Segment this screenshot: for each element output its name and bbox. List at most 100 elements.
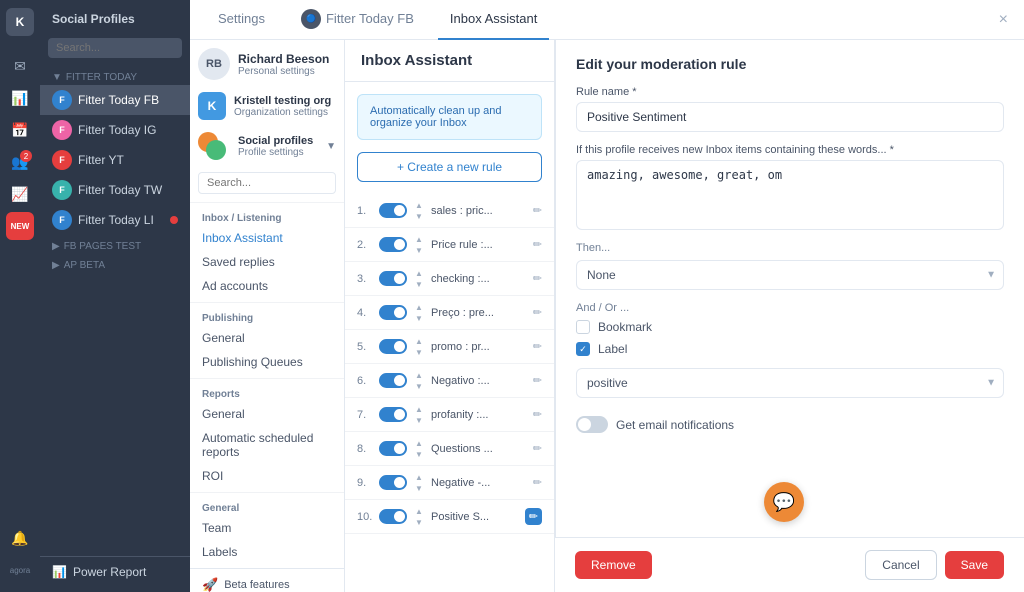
rule-edit-icon-8[interactable]: ✏ [533,442,542,455]
rule-toggle-1[interactable] [379,203,407,218]
sidebar-group-fb-pages[interactable]: ▶ FB pages test [40,235,190,254]
beta-features-link[interactable]: 🚀 Beta features [190,568,344,592]
nav-calendar-icon[interactable]: 📅 [6,116,34,144]
rule-toggle-6[interactable] [379,373,407,388]
rule-toggle-9[interactable] [379,475,407,490]
rule-edit-icon-3[interactable]: ✏ [533,272,542,285]
sidebar-group-fitter-today[interactable]: ▼ Fitter Today [40,66,190,85]
org-avatar: K [198,92,226,120]
settings-publishing-queues-link[interactable]: Publishing Queues [190,350,344,374]
sidebar: Social Profiles ▼ Fitter Today F Fitter … [40,0,190,592]
sidebar-item-avatar: F [52,150,72,170]
settings-publishing-general-link[interactable]: General [190,326,344,350]
sidebar-group-ap-beta[interactable]: ▶ AP Beta [40,254,190,273]
down-arrow-icon[interactable]: ▼ [413,313,425,323]
rules-list: 1. ▲▼ sales : pric... ✏ 2. ▲▼ Price rule… [345,194,554,592]
rule-edit-icon-7[interactable]: ✏ [533,408,542,421]
nav-new-icon[interactable]: NEW [6,212,34,240]
nav-messages-icon[interactable]: ✉ [6,52,34,80]
up-arrow-icon[interactable]: ▲ [413,200,425,210]
tab-settings[interactable]: Settings [206,0,277,40]
chat-support-button[interactable]: 💬 [764,482,804,522]
settings-ad-accounts-link[interactable]: Ad accounts [190,274,344,298]
settings-reports-general-link[interactable]: General [190,402,344,426]
email-notifications-row: Get email notifications [576,416,1004,433]
inbox-assistant-panel: Inbox Assistant Automatically clean up a… [345,40,555,592]
nav-analytics-icon[interactable]: 📊 [6,84,34,112]
edit-panel-title: Edit your moderation rule [576,56,1004,72]
rule-edit-icon-1[interactable]: ✏ [533,204,542,217]
rule-edit-icon-10[interactable]: ✏ [525,508,542,525]
settings-search-input[interactable] [198,172,336,194]
up-arrow-icon[interactable]: ▲ [413,234,425,244]
down-arrow-icon[interactable]: ▼ [413,347,425,357]
down-arrow-icon[interactable]: ▼ [413,449,425,459]
down-arrow-icon[interactable]: ▼ [413,381,425,391]
down-arrow-icon[interactable]: ▼ [413,245,425,255]
rule-edit-icon-5[interactable]: ✏ [533,340,542,353]
rule-toggle-8[interactable] [379,441,407,456]
org-settings-link[interactable]: K Kristell testing org Organization sett… [190,86,344,126]
rule-edit-icon-9[interactable]: ✏ [533,476,542,489]
down-arrow-icon[interactable]: ▼ [413,483,425,493]
sidebar-item-fitter-today-tw[interactable]: F Fitter Today TW [40,175,190,205]
sidebar-item-fitter-today-ig[interactable]: F Fitter Today IG [40,115,190,145]
settings-labels-link[interactable]: Labels [190,540,344,564]
settings-inbox-assistant-link[interactable]: Inbox Assistant [190,226,344,250]
tab-inbox-assistant[interactable]: Inbox Assistant [438,0,549,40]
up-arrow-icon[interactable]: ▲ [413,404,425,414]
down-arrow-icon[interactable]: ▼ [413,279,425,289]
down-arrow-icon[interactable]: ▼ [413,517,425,527]
rule-edit-icon-6[interactable]: ✏ [533,374,542,387]
sidebar-group-label: AP Beta [64,260,105,271]
rule-toggle-7[interactable] [379,407,407,422]
up-arrow-icon[interactable]: ▲ [413,472,425,482]
then-select[interactable]: None Archive Assign Label Bookmark [576,260,1004,290]
sidebar-power-report[interactable]: 📊 Power Report [40,556,190,584]
up-arrow-icon[interactable]: ▲ [413,302,425,312]
up-arrow-icon[interactable]: ▲ [413,506,425,516]
up-arrow-icon[interactable]: ▲ [413,438,425,448]
close-button[interactable]: × [999,11,1008,29]
tab-fitter-today-fb[interactable]: 🔵 Fitter Today FB [289,0,426,40]
nav-chart-icon[interactable]: 📈 [6,180,34,208]
settings-saved-replies-link[interactable]: Saved replies [190,250,344,274]
rule-name-input[interactable] [576,102,1004,132]
bookmark-checkbox[interactable] [576,320,590,334]
save-button[interactable]: Save [945,551,1004,579]
rule-edit-icon-2[interactable]: ✏ [533,238,542,251]
sidebar-item-fitter-today-li[interactable]: F Fitter Today LI [40,205,190,235]
create-new-rule-button[interactable]: + Create a new rule [357,152,542,182]
settings-team-link[interactable]: Team [190,516,344,540]
rule-toggle-4[interactable] [379,305,407,320]
rule-toggle-10[interactable] [379,509,407,524]
label-value-select[interactable]: positive negative neutral [576,368,1004,398]
sidebar-item-fitter-yt[interactable]: F Fitter YT [40,145,190,175]
settings-roi-link[interactable]: ROI [190,464,344,488]
nav-bell-icon[interactable]: 🔔 [6,524,34,552]
user-settings-sub: Personal settings [238,66,336,77]
up-arrow-icon[interactable]: ▲ [413,370,425,380]
nav-users-icon[interactable]: 👥2 [6,148,34,176]
rule-edit-icon-4[interactable]: ✏ [533,306,542,319]
down-arrow-icon[interactable]: ▼ [413,211,425,221]
user-settings-link[interactable]: RB Richard Beeson Personal settings [190,40,344,86]
rule-arrows-2: ▲▼ [413,234,425,255]
down-arrow-icon[interactable]: ▼ [413,415,425,425]
sidebar-search-input[interactable] [48,38,182,58]
user-avatar[interactable]: K [6,8,34,36]
email-notifications-toggle[interactable] [576,416,608,433]
words-input[interactable]: amazing, awesome, great, om [576,160,1004,230]
rule-toggle-3[interactable] [379,271,407,286]
cancel-button[interactable]: Cancel [865,550,936,580]
rule-toggle-5[interactable] [379,339,407,354]
up-arrow-icon[interactable]: ▲ [413,268,425,278]
social-avatars [198,132,230,160]
sidebar-item-fitter-today-fb[interactable]: F Fitter Today FB [40,85,190,115]
rule-toggle-2[interactable] [379,237,407,252]
up-arrow-icon[interactable]: ▲ [413,336,425,346]
remove-button[interactable]: Remove [575,551,652,579]
label-checkbox[interactable]: ✓ [576,342,590,356]
social-profiles-settings-link[interactable]: Social profiles Profile settings ▼ [190,126,344,166]
settings-auto-reports-link[interactable]: Automatic scheduled reports [190,426,344,464]
